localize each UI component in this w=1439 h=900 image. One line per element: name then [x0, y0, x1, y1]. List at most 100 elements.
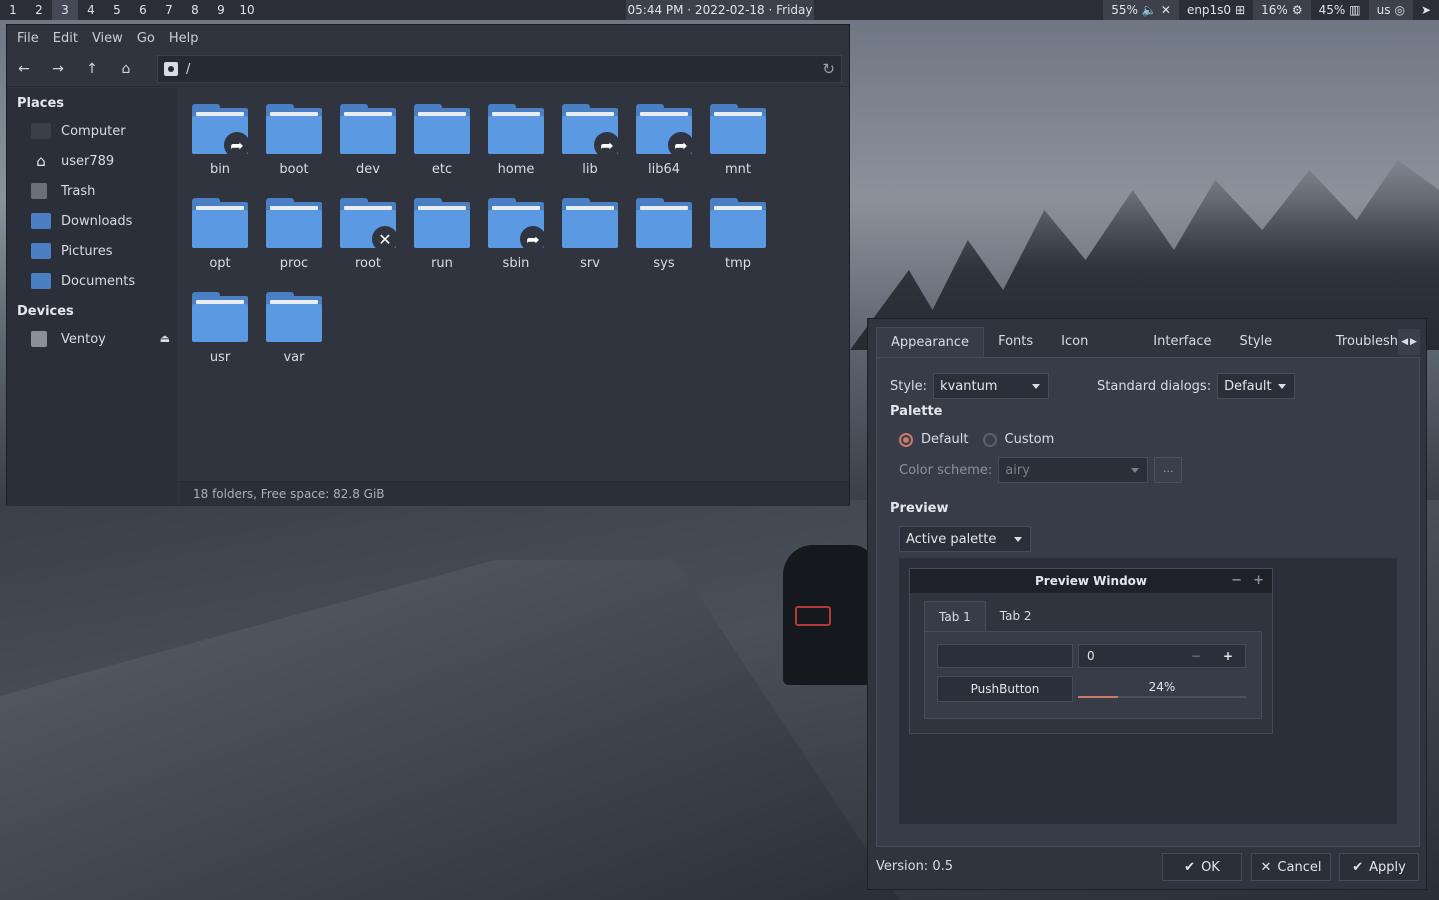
preview-line-edit[interactable]	[937, 644, 1073, 668]
folder-item[interactable]: srv	[553, 192, 627, 286]
reload-icon[interactable]: ↻	[822, 60, 835, 78]
network-indicator[interactable]: enp1s0 ⊞	[1179, 0, 1253, 20]
chevron-down-icon	[1278, 384, 1287, 389]
path-bar[interactable]: / ↻	[157, 55, 842, 83]
keyboard-indicator[interactable]: us ◎	[1368, 0, 1413, 20]
folder-item[interactable]: ➦ lib	[553, 98, 627, 192]
folder-item[interactable]: sys	[627, 192, 701, 286]
sidebar-item-ventoy[interactable]: Ventoy ⏏	[7, 324, 178, 354]
menu-bar: File Edit View Go Help	[7, 25, 849, 51]
preview-tab-2[interactable]: Tab 2	[986, 601, 1046, 631]
tab-appearance[interactable]: Appearance	[876, 327, 985, 357]
tab-fonts[interactable]: Fonts	[984, 327, 1047, 357]
chevron-left-icon[interactable]: ◀	[1401, 337, 1408, 347]
palette-default-label[interactable]: Default	[921, 432, 969, 447]
apply-button[interactable]: ✔ Apply	[1339, 853, 1419, 881]
menu-edit[interactable]: Edit	[46, 31, 85, 46]
preview-pushbutton[interactable]: PushButton	[937, 676, 1073, 702]
sidebar-item-pictures[interactable]: Pictures	[7, 236, 178, 266]
palette-custom-label[interactable]: Custom	[1005, 432, 1055, 447]
minimize-icon[interactable]: −	[1231, 569, 1242, 593]
tab-icon-theme[interactable]: Icon Theme	[1047, 327, 1139, 379]
preview-tab-1[interactable]: Tab 1	[924, 601, 986, 631]
sidebar-item-downloads[interactable]: Downloads	[7, 206, 178, 236]
folder-item[interactable]: opt	[183, 192, 257, 286]
folder-name: dev	[356, 162, 380, 177]
sidebar: Places Computer ⌂ user789 Trash Download…	[7, 88, 178, 506]
palette-default-radio[interactable]	[899, 432, 913, 447]
workspace-8[interactable]: 8	[182, 0, 208, 20]
workspace-3[interactable]: 3	[52, 0, 78, 20]
menu-view[interactable]: View	[85, 31, 130, 46]
cancel-button[interactable]: ✕ Cancel	[1251, 853, 1331, 881]
volume-indicator[interactable]: 55% 🔈 ✕	[1103, 0, 1179, 20]
check-icon: ✔	[1352, 859, 1364, 875]
back-button[interactable]: ←	[7, 54, 41, 84]
workspace-2[interactable]: 2	[26, 0, 52, 20]
eject-icon[interactable]: ⏏	[160, 332, 170, 345]
maximize-icon[interactable]: +	[1253, 569, 1264, 593]
color-scheme-more-button[interactable]: ...	[1154, 457, 1183, 483]
workspace-1[interactable]: 1	[0, 0, 26, 20]
workspace-5[interactable]: 5	[104, 0, 130, 20]
menu-go[interactable]: Go	[130, 31, 162, 46]
preview-spinbox[interactable]: 0 − +	[1078, 644, 1246, 668]
tab-style-sheets[interactable]: Style Sheets	[1226, 327, 1322, 379]
folder-view[interactable]: ➦ bin boot dev etc home ➦ lib ➦ lib64 mnt opt proc ✕ r…	[179, 88, 849, 481]
system-tray: 55% 🔈 ✕ enp1s0 ⊞ 16% ⚙ 45% ▥ us ◎ ➤	[1103, 0, 1439, 20]
minus-icon[interactable]: −	[1191, 645, 1201, 667]
folder-item[interactable]: ➦ bin	[183, 98, 257, 192]
ok-button[interactable]: ✔ OK	[1162, 853, 1242, 881]
sidebar-item-home[interactable]: ⌂ user789	[7, 146, 178, 176]
folder-item[interactable]: proc	[257, 192, 331, 286]
trash-icon	[31, 183, 47, 199]
pictures-folder-icon	[31, 243, 51, 259]
workspace-7[interactable]: 7	[156, 0, 182, 20]
path-text[interactable]: /	[186, 62, 190, 77]
folder-item[interactable]: boot	[257, 98, 331, 192]
chevron-right-icon[interactable]: ▶	[1410, 337, 1417, 347]
sidebar-item-trash[interactable]: Trash	[7, 176, 178, 206]
workspace-6[interactable]: 6	[130, 0, 156, 20]
preview-palette-combo[interactable]: Active palette	[899, 526, 1031, 552]
workspace-4[interactable]: 4	[78, 0, 104, 20]
folder-item[interactable]: tmp	[701, 192, 775, 286]
home-button[interactable]: ⌂	[109, 54, 143, 84]
style-combo[interactable]: kvantum	[933, 373, 1050, 399]
plus-icon[interactable]: +	[1223, 645, 1233, 667]
color-scheme-combo[interactable]: airy	[998, 457, 1149, 483]
workspace-10[interactable]: 10	[234, 0, 260, 20]
arrow-up-icon: ↑	[86, 60, 98, 77]
telegram-tray[interactable]: ➤	[1413, 0, 1439, 20]
clock[interactable]: 05:44 PM · 2022-02-18 · Friday	[626, 0, 814, 20]
folder-item[interactable]: etc	[405, 98, 479, 192]
folder-item[interactable]: ➦ sbin	[479, 192, 553, 286]
tab-interface[interactable]: Interface	[1139, 327, 1225, 357]
forward-button[interactable]: →	[41, 54, 75, 84]
cpu-indicator[interactable]: 16% ⚙	[1253, 0, 1311, 20]
folder-item[interactable]: var	[257, 286, 331, 380]
memory-indicator[interactable]: 45% ▥	[1311, 0, 1369, 20]
preview-progress-bar	[1078, 696, 1246, 698]
up-button[interactable]: ↑	[75, 54, 109, 84]
folder-item[interactable]: ➦ lib64	[627, 98, 701, 192]
menu-file[interactable]: File	[10, 31, 46, 46]
color-scheme-value: airy	[1005, 462, 1030, 478]
folder-item[interactable]: mnt	[701, 98, 775, 192]
std-dialogs-combo[interactable]: Default	[1217, 373, 1296, 399]
places-header: Places	[17, 96, 65, 111]
downloads-folder-icon	[31, 213, 51, 229]
menu-help[interactable]: Help	[162, 31, 206, 46]
memory-value: 45%	[1318, 3, 1346, 17]
folder-item[interactable]: home	[479, 98, 553, 192]
workspace-9[interactable]: 9	[208, 0, 234, 20]
folder-item[interactable]: usr	[183, 286, 257, 380]
network-label: enp1s0	[1186, 3, 1232, 17]
tab-scroll-buttons[interactable]: ◀ ▶	[1398, 329, 1420, 355]
sidebar-item-computer[interactable]: Computer	[7, 116, 178, 146]
sidebar-item-documents[interactable]: Documents	[7, 266, 178, 296]
palette-custom-radio[interactable]	[982, 432, 997, 447]
folder-item[interactable]: run	[405, 192, 479, 286]
folder-item[interactable]: ✕ root	[331, 192, 405, 286]
folder-item[interactable]: dev	[331, 98, 405, 192]
